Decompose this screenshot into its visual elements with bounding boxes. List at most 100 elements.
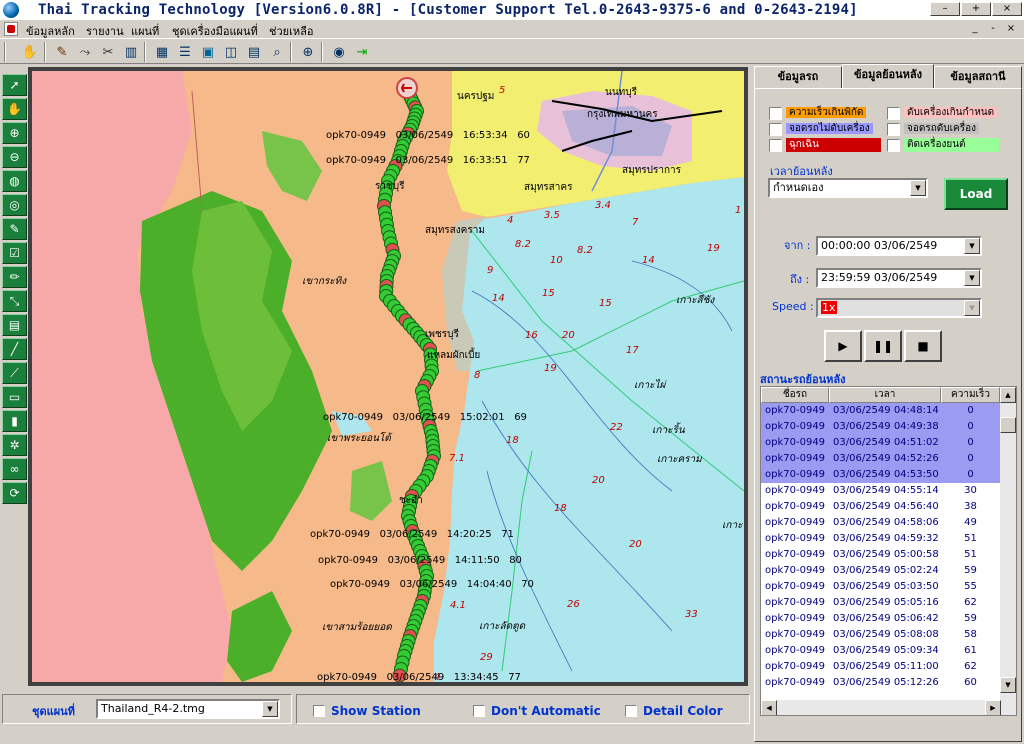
table-row[interactable]: opk70-0949 03/06/2549 04:48:14 0 (761, 403, 1000, 419)
window-icon[interactable]: ◫ (221, 42, 241, 62)
track-point-label[interactable]: opk70-0949 03/06/2549 15:02:01 69 (323, 412, 527, 423)
table-row[interactable]: opk70-0949 03/06/2549 05:06:42 59 (761, 611, 1000, 627)
tab-history[interactable]: ข้อมูลย้อนหลัง (842, 64, 934, 88)
area-tool-icon[interactable]: ✂ (98, 42, 118, 62)
checklist-icon[interactable]: ☑ (2, 242, 27, 264)
pointer-icon[interactable]: ➚ (2, 74, 27, 96)
scroll-up-icon[interactable]: ▲ (1000, 387, 1016, 403)
track-point-label[interactable]: opk70-0949 03/06/2549 14:04:40 70 (330, 579, 534, 590)
speed-select[interactable]: 1x ▼ (816, 298, 982, 318)
book-icon[interactable]: ▮ (2, 410, 27, 432)
tab-vehicle-info[interactable]: ข้อมูลรถ (754, 66, 842, 88)
table-row[interactable]: opk70-0949 03/06/2549 04:49:38 0 (761, 419, 1000, 435)
toolbar-separator (144, 42, 146, 62)
layer-icon[interactable]: ▣ (198, 42, 218, 62)
checkbox-box[interactable] (473, 705, 485, 717)
measure-tool-icon[interactable]: ⤳ (75, 42, 95, 62)
table-row[interactable]: opk70-0949 03/06/2549 05:05:16 62 (761, 595, 1000, 611)
binoculars-icon[interactable]: ∞ (2, 458, 27, 480)
show-station-checkbox[interactable]: Show Station (313, 704, 421, 718)
map-set-select[interactable]: Thailand_R4-2.tmg ▼ (96, 699, 280, 719)
checkbox-box[interactable] (625, 705, 637, 717)
checkbox-box[interactable] (313, 705, 325, 717)
column-header-car[interactable]: ชื่อรถ (761, 387, 829, 403)
eraser-icon[interactable]: ▭ (2, 386, 27, 408)
pencil-icon[interactable]: ✏ (2, 266, 27, 288)
pan-hand-icon[interactable]: ✋ (2, 98, 27, 120)
cell-car: opk70-0949 (765, 549, 826, 560)
draw-line-icon[interactable]: ╱ (2, 338, 27, 360)
track-point-label[interactable]: opk70-0949 03/06/2549 16:33:51 77 (326, 155, 530, 166)
detail-color-checkbox[interactable]: Detail Color (625, 704, 723, 718)
chevron-down-icon[interactable]: ▼ (964, 270, 980, 286)
map-view-icon[interactable]: ▦ (152, 42, 172, 62)
load-button[interactable]: Load (944, 178, 1008, 210)
globe-view-icon[interactable]: ◍ (2, 170, 27, 192)
settings-icon[interactable]: ✲ (2, 434, 27, 456)
table-row[interactable]: opk70-0949 03/06/2549 04:59:32 51 (761, 531, 1000, 547)
column-header-speed[interactable]: ความเร็ว (941, 387, 1000, 403)
mdi-restore-button[interactable]: - (986, 23, 1000, 35)
scroll-thumb[interactable] (1000, 417, 1016, 433)
table-row[interactable]: opk70-0949 03/06/2549 04:53:50 0 (761, 467, 1000, 483)
chevron-down-icon[interactable]: ▼ (262, 701, 278, 717)
find-vehicle-icon[interactable]: ⌕ (267, 42, 287, 62)
zoom-icon[interactable]: ⊕ (298, 42, 318, 62)
exit-icon[interactable]: ⇥ (352, 42, 372, 62)
table-scrollbar[interactable]: ▲ ▼ (1000, 387, 1016, 715)
chevron-down-icon[interactable]: ▼ (964, 300, 980, 316)
dont-automatic-checkbox[interactable]: Don't Automatic (473, 704, 601, 718)
close-button[interactable]: × (992, 2, 1022, 16)
track-point-label[interactable]: opk70-0949 03/06/2549 13:34:45 77 (317, 672, 521, 683)
stop-button[interactable]: ■ (904, 330, 942, 362)
route-plan-icon[interactable]: ⤡ (2, 290, 27, 312)
from-datetime-picker[interactable]: 00:00:00 03/06/2549 ▼ (816, 236, 982, 256)
globe-tool-icon[interactable]: ◉ (329, 42, 349, 62)
table-row[interactable]: opk70-0949 03/06/2549 05:02:24 59 (761, 563, 1000, 579)
table-row[interactable]: opk70-0949 03/06/2549 05:09:34 61 (761, 643, 1000, 659)
track-point-label[interactable]: opk70-0949 03/06/2549 16:53:34 60 (326, 130, 530, 141)
to-datetime-picker[interactable]: 23:59:59 03/06/2549 ▼ (816, 268, 982, 288)
table-row[interactable]: opk70-0949 03/06/2549 05:11:00 62 (761, 659, 1000, 675)
table-row[interactable]: opk70-0949 03/06/2549 05:08:08 58 (761, 627, 1000, 643)
zoom-in-icon[interactable]: ⊕ (2, 122, 27, 144)
mdi-minimize-button[interactable]: _ (968, 23, 982, 35)
scroll-right-icon[interactable]: ▶ (985, 700, 1001, 715)
chevron-down-icon[interactable]: ▼ (964, 238, 980, 254)
chevron-down-icon[interactable]: ▼ (910, 180, 926, 196)
table-row[interactable]: opk70-0949 03/06/2549 04:52:26 0 (761, 451, 1000, 467)
horizontal-scrollbar[interactable]: ◀ ▶ (761, 700, 1001, 715)
table-row[interactable]: opk70-0949 03/06/2549 04:56:40 38 (761, 499, 1000, 515)
play-button[interactable]: ▶ (824, 330, 862, 362)
table-row[interactable]: opk70-0949 03/06/2549 05:00:58 51 (761, 547, 1000, 563)
track-point-label[interactable]: opk70-0949 03/06/2549 14:20:25 71 (310, 529, 514, 540)
pause-button[interactable]: ❚❚ (864, 330, 902, 362)
track-point-label[interactable]: opk70-0949 03/06/2549 14:11:50 80 (318, 555, 522, 566)
hand-icon[interactable]: ✋ (20, 42, 40, 62)
tab-station-info[interactable]: ข้อมูลสถานี (934, 66, 1022, 88)
table-row[interactable]: opk70-0949 03/06/2549 04:51:02 0 (761, 435, 1000, 451)
refresh-icon[interactable]: ⟳ (2, 482, 27, 504)
chart-icon[interactable]: ▥ (121, 42, 141, 62)
table-row[interactable]: opk70-0949 03/06/2549 05:12:26 60 (761, 675, 1000, 691)
scroll-left-icon[interactable]: ◀ (761, 700, 777, 715)
minimize-button[interactable]: – (930, 2, 960, 16)
table-row[interactable]: opk70-0949 03/06/2549 04:58:06 49 (761, 515, 1000, 531)
history-period-select[interactable]: กำหนดเอง ▼ (768, 178, 928, 198)
vehicle-list-icon[interactable]: ☰ (175, 42, 195, 62)
route-tool-icon[interactable]: ✎ (52, 42, 72, 62)
mdi-close-button[interactable]: × (1004, 23, 1018, 35)
app-menu-icon[interactable] (4, 22, 18, 36)
maximize-button[interactable]: + (961, 2, 991, 16)
table-row[interactable]: opk70-0949 03/06/2549 05:03:50 55 (761, 579, 1000, 595)
table-row[interactable]: opk70-0949 03/06/2549 04:55:14 30 (761, 483, 1000, 499)
zoom-out-icon[interactable]: ⊖ (2, 146, 27, 168)
scroll-down-icon[interactable]: ▼ (1000, 677, 1016, 693)
map-view[interactable]: นนทบุรี นครปฐม กรุงเทพมหานคร สมุทรปราการ สมุ… (28, 67, 748, 686)
document-icon[interactable]: ▤ (2, 314, 27, 336)
print-icon[interactable]: ▤ (244, 42, 264, 62)
column-header-time[interactable]: เวลา (829, 387, 941, 403)
measure-distance-icon[interactable]: ⟋ (2, 362, 27, 384)
world-icon[interactable]: ◎ (2, 194, 27, 216)
edit-note-icon[interactable]: ✎ (2, 218, 27, 240)
